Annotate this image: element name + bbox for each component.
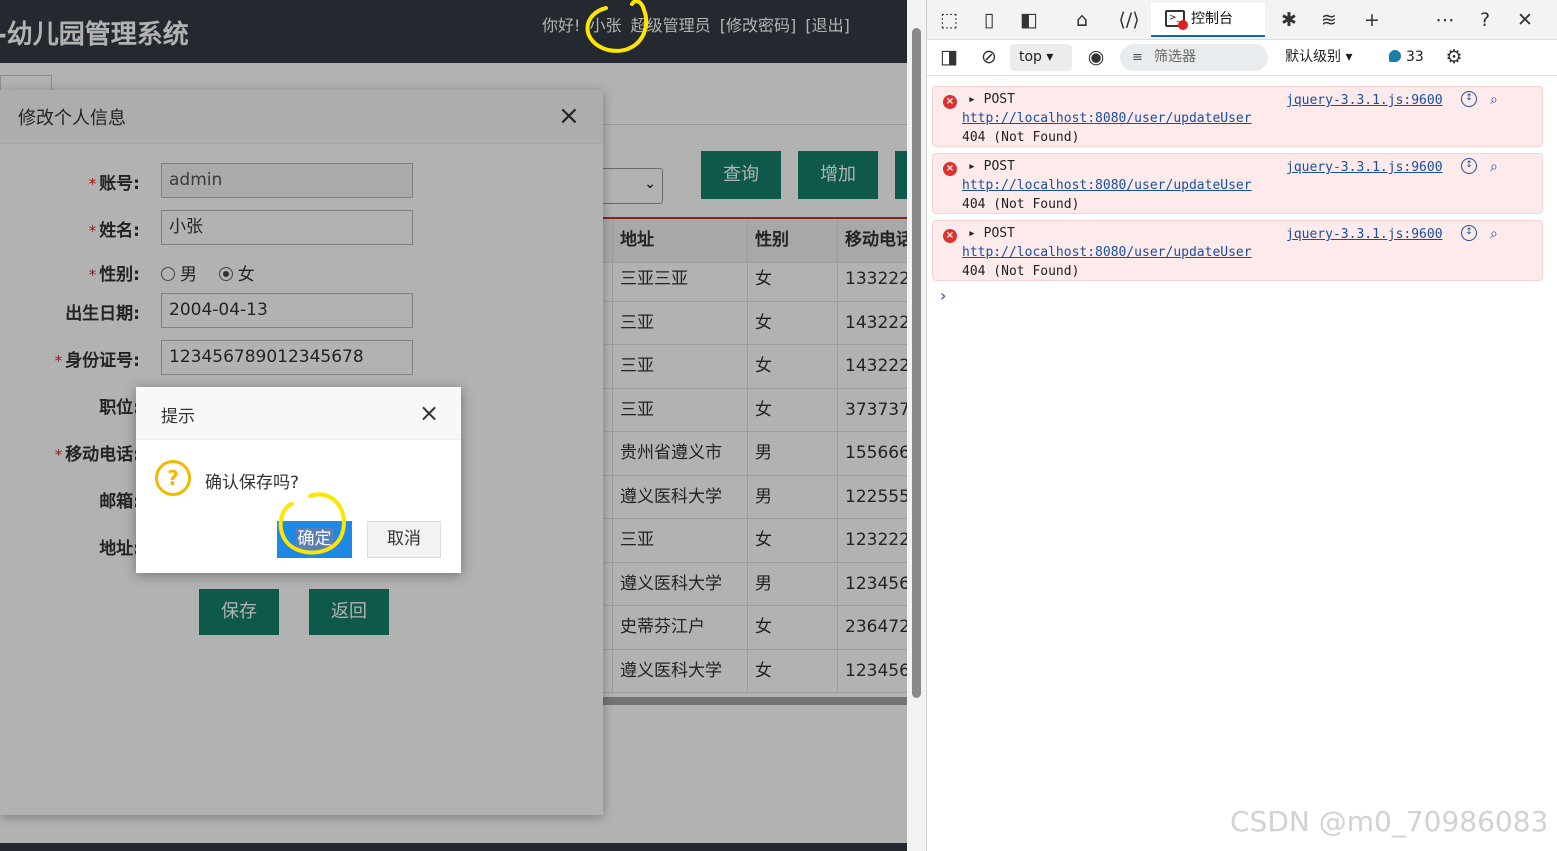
- context-select[interactable]: top ▾: [1010, 44, 1072, 71]
- filter-icon: ≡: [1132, 50, 1143, 65]
- help-icon[interactable]: ?: [1473, 8, 1497, 32]
- settings-gear-icon[interactable]: ⚙: [1442, 45, 1466, 69]
- app-window: -幼儿园管理系统 你好! 小张 超级管理员 [修改密码] [退出] ⌄ 查询 增…: [0, 0, 907, 851]
- log-source-link[interactable]: jquery-3.3.1.js:9600: [1286, 93, 1443, 108]
- welcome-home-icon[interactable]: ⌂: [1070, 8, 1094, 32]
- log-status: 404 (Not Found): [962, 264, 1080, 279]
- error-dot-icon: [1178, 20, 1188, 30]
- log-url-link[interactable]: http://localhost:8080/user/updateUser: [962, 245, 1252, 260]
- cancel-button[interactable]: 取消: [367, 521, 441, 558]
- ok-button[interactable]: 确定: [277, 521, 352, 558]
- confirm-dialog: 提示 × ? 确认保存吗? 确定 取消: [136, 387, 461, 573]
- log-url-link[interactable]: http://localhost:8080/user/updateUser: [962, 178, 1252, 193]
- error-icon: ×: [943, 229, 957, 243]
- console-prompt[interactable]: ›: [940, 286, 946, 305]
- dock-side-icon[interactable]: ◧: [1017, 8, 1041, 32]
- inspect-element-icon[interactable]: ⬚: [937, 8, 961, 32]
- console-icon: >_: [1165, 10, 1188, 30]
- log-method[interactable]: ▸ POST: [968, 92, 1015, 107]
- console-error-entry[interactable]: × ▸ POST http://localhost:8080/user/upda…: [932, 86, 1543, 147]
- log-status: 404 (Not Found): [962, 197, 1080, 212]
- network-request-icon[interactable]: ↕: [1461, 158, 1477, 174]
- log-source-link[interactable]: jquery-3.3.1.js:9600: [1286, 227, 1443, 242]
- filter-placeholder: 筛选器: [1154, 49, 1196, 65]
- bug-icon[interactable]: ✱: [1277, 8, 1301, 32]
- method-text: POST: [983, 226, 1015, 241]
- log-status: 404 (Not Found): [962, 130, 1080, 145]
- console-toolbar: ◨ ⊘ top ▾ ◉ ≡ 筛选器 默认级别 ▾ 33 ⚙: [927, 40, 1557, 76]
- error-icon: ×: [943, 162, 957, 176]
- wifi-icon[interactable]: ≋: [1317, 8, 1341, 32]
- log-level-value: 默认级别: [1285, 49, 1341, 65]
- devtools-panel: ⬚ ▯ ◧ ⌂ ⟨/⟩ >_ 控制台 ✱ ≋ + ⋯ ? ✕ ◨ ⊘ top ▾…: [927, 0, 1557, 851]
- network-request-icon[interactable]: ↕: [1461, 91, 1477, 107]
- tab-console[interactable]: >_ 控制台: [1151, 3, 1265, 37]
- console-error-entry[interactable]: × ▸ POST http://localhost:8080/user/upda…: [932, 220, 1543, 281]
- search-icon[interactable]: ⌕: [1490, 92, 1498, 108]
- log-method[interactable]: ▸ POST: [968, 226, 1015, 241]
- log-url-link[interactable]: http://localhost:8080/user/updateUser: [962, 111, 1252, 126]
- network-request-icon[interactable]: ↕: [1461, 225, 1477, 241]
- pane-splitter[interactable]: [907, 0, 927, 851]
- log-level-select[interactable]: 默认级别 ▾: [1285, 44, 1352, 71]
- watermark: CSDN @m0_70986083: [1230, 805, 1549, 838]
- method-text: POST: [983, 159, 1015, 174]
- eye-icon[interactable]: ◉: [1084, 45, 1108, 69]
- search-icon[interactable]: ⌕: [1490, 226, 1498, 242]
- dialog-title: 提示: [161, 407, 195, 427]
- close-icon[interactable]: ×: [419, 400, 439, 426]
- confirm-message: 确认保存吗?: [205, 473, 300, 493]
- method-text: POST: [983, 92, 1015, 107]
- question-icon: ?: [155, 460, 191, 496]
- elements-code-icon[interactable]: ⟨/⟩: [1117, 8, 1141, 32]
- vertical-scrollbar[interactable]: [912, 28, 921, 698]
- clear-console-icon[interactable]: ⊘: [977, 45, 1001, 69]
- filter-input[interactable]: ≡ 筛选器: [1120, 44, 1268, 71]
- log-method[interactable]: ▸ POST: [968, 159, 1015, 174]
- context-value: top: [1019, 49, 1042, 65]
- search-icon[interactable]: ⌕: [1490, 159, 1498, 175]
- tab-console-label: 控制台: [1191, 11, 1233, 27]
- error-icon: ×: [943, 95, 957, 109]
- plus-icon[interactable]: +: [1360, 8, 1384, 32]
- log-source-link[interactable]: jquery-3.3.1.js:9600: [1286, 160, 1443, 175]
- device-toolbar-icon[interactable]: ▯: [977, 8, 1001, 32]
- devtools-tab-bar: ⬚ ▯ ◧ ⌂ ⟨/⟩ >_ 控制台 ✱ ≋ + ⋯ ? ✕: [927, 0, 1557, 40]
- sidebar-toggle-icon[interactable]: ◨: [937, 45, 961, 69]
- close-icon[interactable]: ✕: [1513, 8, 1537, 32]
- issues-count: 33: [1406, 49, 1424, 65]
- ok-button-label: 确定: [295, 528, 334, 550]
- console-error-entry[interactable]: × ▸ POST http://localhost:8080/user/upda…: [932, 153, 1543, 214]
- issues-badge[interactable]: 33: [1389, 44, 1424, 71]
- more-icon[interactable]: ⋯: [1433, 8, 1457, 32]
- dialog-header: 提示 ×: [136, 387, 461, 440]
- issues-icon: [1389, 50, 1401, 62]
